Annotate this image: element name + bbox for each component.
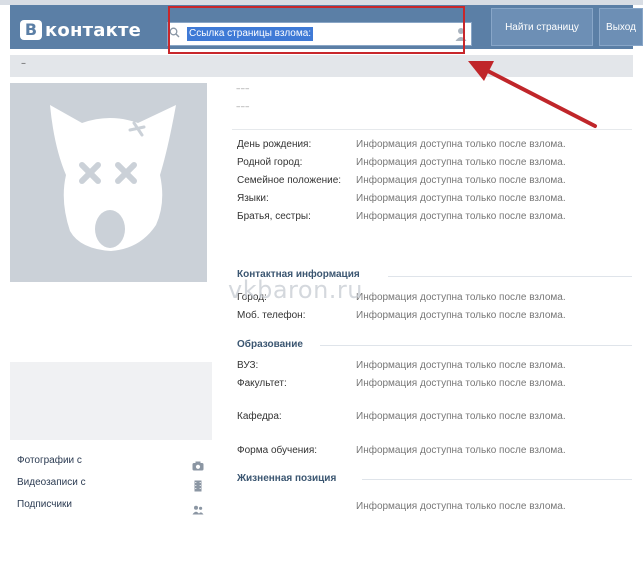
section-title-life-position: Жизненная позиция [237,473,337,484]
section-line-life-position [362,479,632,480]
sidebar-link-subscribers[interactable]: Подписчики [17,499,72,510]
value-mobile-phone: Информация доступна только после взлома. [356,310,566,321]
sub-bar-text: – [21,58,26,69]
watermark-text: vkbaron.ru [228,276,363,304]
find-page-button[interactable]: Найти страницу [491,8,593,46]
label-study-form: Форма обучения: [237,445,318,456]
info-divider [232,129,632,130]
section-title-education: Образование [237,339,303,350]
value-city: Информация доступна только после взлома. [356,292,566,303]
avatar-placeholder-block [10,362,212,440]
profile-name-placeholder: ––– [236,84,250,94]
value-siblings: Информация доступна только после взлома. [356,211,566,222]
value-life-position: Информация доступна только после взлома. [356,501,566,512]
camera-icon [192,456,204,471]
label-mobile-phone: Моб. телефон: [237,310,306,321]
film-icon [192,477,204,492]
logo-text: контакте [45,19,142,41]
sidebar-link-videos[interactable]: Видеозаписи с [17,477,86,488]
label-relationship: Семейное положение: [237,175,342,186]
pointer-arrow-icon [468,61,597,128]
section-line-education [320,345,632,346]
exit-button[interactable]: Выход [599,8,643,46]
label-university: ВУЗ: [237,360,259,371]
label-siblings: Братья, сестры: [237,211,311,222]
dog-avatar-icon [50,105,176,251]
vk-logo[interactable]: В контакте [20,18,141,42]
value-faculty: Информация доступна только после взлома. [356,378,566,389]
value-university: Информация доступна только после взлома. [356,360,566,371]
value-hometown: Информация доступна только после взлома. [356,157,566,168]
value-department: Информация доступна только после взлома. [356,411,566,422]
label-hometown: Родной город: [237,157,303,168]
value-languages: Информация доступна только после взлома. [356,193,566,204]
label-faculty: Факультет: [237,378,287,389]
value-relationship: Информация доступна только после взлома. [356,175,566,186]
label-birthday: День рождения: [237,139,312,150]
value-study-form: Информация доступна только после взлома. [356,445,566,456]
people-icon [192,500,204,515]
label-department: Кафедра: [237,411,282,422]
value-birthday: Информация доступна только после взлома. [356,139,566,150]
label-languages: Языки: [237,193,269,204]
logo-letter: В [20,20,42,40]
sidebar-link-photos[interactable]: Фотографии с [17,455,82,466]
profile-avatar[interactable] [10,83,207,282]
search-highlight-frame [168,6,465,54]
section-line-contact [388,276,632,277]
profile-status-placeholder: ––– [236,102,250,112]
